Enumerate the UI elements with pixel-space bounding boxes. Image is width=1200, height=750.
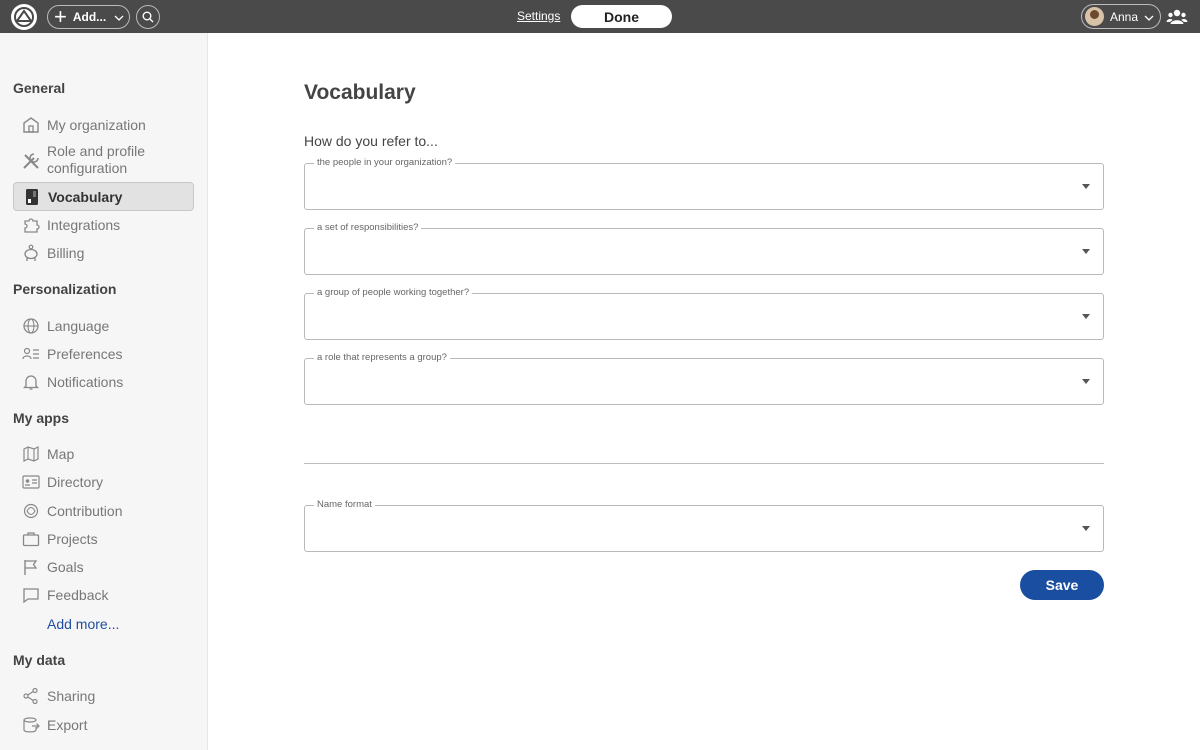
sidebar-item-map[interactable]: Map: [13, 443, 194, 465]
sidebar-item-label: Contribution: [47, 503, 123, 519]
chevron-down-icon: [114, 10, 124, 24]
settings-link[interactable]: Settings: [517, 9, 560, 23]
group-role-term-select[interactable]: a role that represents a group?: [304, 352, 1104, 405]
sidebar-item-label: Projects: [47, 531, 98, 547]
done-button[interactable]: Done: [571, 5, 672, 28]
building-icon: [21, 115, 41, 135]
responsibilities-term-select[interactable]: a set of responsibilities?: [304, 222, 1104, 275]
field-label: a set of responsibilities?: [314, 222, 422, 234]
share-icon: [21, 686, 41, 706]
sidebar-item-label: Sharing: [47, 688, 96, 704]
sidebar-item-goals[interactable]: Goals: [13, 556, 194, 578]
section-title-my-apps: My apps: [13, 410, 70, 426]
top-bar: + Add... Settings Done Anna: [0, 0, 1200, 33]
dictionary-icon: [22, 187, 42, 207]
add-more-apps-link[interactable]: Add more...: [47, 616, 119, 632]
sidebar-item-label: Preferences: [47, 346, 123, 362]
chevron-down-icon: [1144, 10, 1154, 24]
sidebar-item-projects[interactable]: Projects: [13, 528, 194, 550]
save-button[interactable]: Save: [1020, 570, 1104, 600]
sidebar-item-export[interactable]: Export: [13, 714, 194, 736]
add-button[interactable]: + Add...: [47, 5, 130, 29]
sidebar-item-integrations[interactable]: Integrations: [13, 214, 194, 236]
search-icon: [142, 11, 154, 23]
vocabulary-prompt: How do you refer to...: [304, 133, 438, 149]
search-button[interactable]: [136, 5, 160, 29]
sidebar-item-label: Role and profile configuration: [47, 143, 146, 176]
people-icon[interactable]: [1166, 7, 1188, 27]
name-format-select[interactable]: Name format: [304, 499, 1104, 552]
piggy-bank-icon: [21, 243, 41, 263]
section-title-personalization: Personalization: [13, 281, 117, 297]
user-name: Anna: [1110, 9, 1139, 24]
sidebar-item-sharing[interactable]: Sharing: [13, 685, 194, 707]
bell-icon: [21, 372, 41, 392]
add-button-label: Add...: [72, 10, 107, 24]
sidebar: General My organization Role and profile…: [0, 33, 208, 750]
sidebar-item-feedback[interactable]: Feedback: [13, 584, 194, 606]
plus-icon: +: [54, 4, 67, 29]
sidebar-item-notifications[interactable]: Notifications: [13, 371, 194, 393]
sidebar-item-label: Goals: [47, 559, 84, 575]
sidebar-item-language[interactable]: Language: [13, 315, 194, 337]
puzzle-icon: [21, 215, 41, 235]
section-divider: [304, 463, 1104, 464]
tools-icon: [21, 151, 41, 171]
sidebar-item-label: Feedback: [47, 587, 109, 603]
field-label: the people in your organization?: [314, 157, 456, 169]
sidebar-item-my-organization[interactable]: My organization: [13, 114, 194, 136]
people-term-select[interactable]: the people in your organization?: [304, 157, 1104, 210]
avatar: [1085, 7, 1104, 26]
team-term-select[interactable]: a group of people working together?: [304, 287, 1104, 340]
field-label: a group of people working together?: [314, 287, 473, 299]
sidebar-item-contribution[interactable]: Contribution: [13, 500, 194, 522]
sidebar-item-directory[interactable]: Directory: [13, 471, 194, 493]
sidebar-item-vocabulary[interactable]: Vocabulary: [13, 182, 194, 211]
flag-icon: [21, 557, 41, 577]
section-title-my-data: My data: [13, 652, 66, 668]
field-label: a role that represents a group?: [314, 352, 450, 364]
sidebar-item-label: Billing: [47, 245, 85, 261]
contribution-icon: [21, 501, 41, 521]
sidebar-item-label: Export: [47, 717, 88, 733]
speech-bubble-icon: [21, 585, 41, 605]
caret-down-icon: [1082, 249, 1090, 254]
globe-icon: [21, 316, 41, 336]
caret-down-icon: [1082, 314, 1090, 319]
app-logo-icon[interactable]: [11, 4, 37, 30]
id-card-icon: [21, 472, 41, 492]
user-list-icon: [21, 344, 41, 364]
map-icon: [21, 444, 41, 464]
field-label: Name format: [314, 499, 375, 511]
sidebar-item-label: Notifications: [47, 374, 124, 390]
sidebar-item-label: Language: [47, 318, 110, 334]
sidebar-item-billing[interactable]: Billing: [13, 242, 194, 264]
sidebar-item-label: My organization: [47, 117, 146, 133]
sidebar-item-role-and-profile-configuration[interactable]: Role and profile configuration: [13, 143, 194, 179]
section-title-general: General: [13, 80, 66, 96]
sidebar-item-label: Vocabulary: [48, 188, 123, 205]
briefcase-icon: [21, 529, 41, 549]
sidebar-item-label: Integrations: [47, 217, 121, 233]
sidebar-item-label: Map: [47, 446, 75, 462]
caret-down-icon: [1082, 526, 1090, 531]
user-menu-button[interactable]: Anna: [1081, 4, 1161, 29]
export-icon: [21, 715, 41, 735]
page-title: Vocabulary: [304, 81, 416, 104]
sidebar-item-preferences[interactable]: Preferences: [13, 343, 194, 365]
caret-down-icon: [1082, 184, 1090, 189]
sidebar-item-label: Directory: [47, 474, 104, 490]
caret-down-icon: [1082, 379, 1090, 384]
